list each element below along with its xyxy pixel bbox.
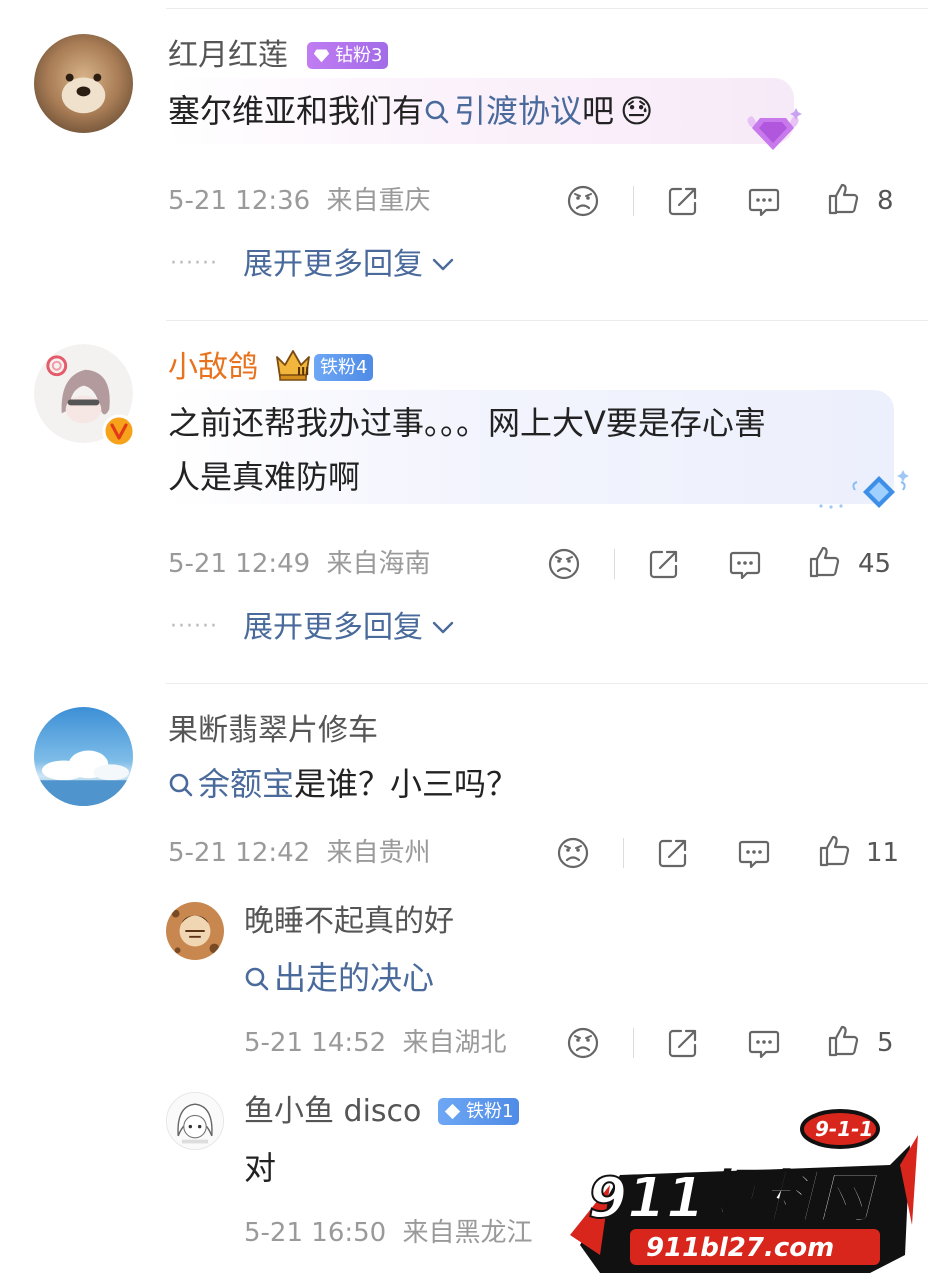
- divider-top: [166, 8, 928, 9]
- topic-link-text: 出走的决心: [274, 959, 435, 997]
- dislike-face-icon[interactable]: [546, 546, 582, 582]
- like-count: 8: [877, 186, 894, 216]
- comment-icon[interactable]: [746, 1025, 782, 1061]
- comment-text: 之前还帮我办过事。。。网上大V要是存心害 人是真难防啊: [168, 396, 888, 504]
- dislike-face-icon[interactable]: [565, 183, 601, 219]
- like-count: 11: [866, 838, 900, 868]
- comment-text: 塞尔维亚和我们有 引渡协议吧 😓: [168, 84, 653, 138]
- fan-badge: 钻粉3: [307, 42, 389, 69]
- crown-icon: III: [276, 350, 310, 381]
- reply-text: 出走的决心: [244, 951, 434, 1005]
- reply-meta: 5-21 14:52 来自湖北: [244, 1026, 506, 1060]
- action-separator: [623, 838, 624, 868]
- avatar-hongyue[interactable]: [34, 34, 133, 133]
- topic-link-text: 引渡协议: [454, 92, 583, 130]
- username[interactable]: 果断翡翠片修车: [168, 711, 378, 751]
- svg-text:III: III: [297, 365, 309, 378]
- comment-text-part: 吧: [582, 92, 615, 130]
- chevron-down-icon: [432, 621, 454, 634]
- watermark-url: 911bl27.com: [646, 1233, 834, 1263]
- location: 来自海南: [326, 549, 431, 579]
- fan-badge: 铁粉1: [438, 1098, 520, 1125]
- like-count: 5: [877, 1028, 894, 1058]
- avatar-xiaodige[interactable]: [34, 344, 136, 448]
- comment-text: 余额宝是谁？小三吗？: [168, 757, 518, 811]
- expand-label: 展开更多回复: [243, 247, 423, 282]
- badge-label: 钻粉3: [335, 45, 383, 66]
- comment-meta: 5-21 12:42 来自贵州: [168, 836, 430, 870]
- like-count: 45: [858, 549, 892, 579]
- expand-replies-button[interactable]: 展开更多回复: [243, 608, 455, 648]
- search-icon: [245, 967, 269, 991]
- watermark-logo: 9-1-1 911爆料网 911bl27.com: [570, 1109, 918, 1273]
- comment-text-part: 塞尔维亚和我们有: [168, 92, 425, 130]
- chevron-down-icon: [432, 258, 454, 271]
- comment-text-line: 人是真难防啊: [168, 458, 361, 496]
- timestamp: 5-21 12:42: [168, 838, 311, 868]
- sweat-emoji: 😓: [620, 92, 654, 130]
- comment-text-part: 是谁？小三吗？: [294, 765, 519, 803]
- comment-icon[interactable]: [746, 183, 782, 219]
- timestamp: 5-21 12:36: [168, 186, 311, 216]
- like-thumb-icon[interactable]: [826, 181, 862, 217]
- username[interactable]: 红月红莲: [168, 36, 288, 76]
- search-icon: [425, 100, 449, 124]
- action-separator: [633, 186, 634, 216]
- divider: [166, 683, 928, 684]
- watermark-brand: 911爆料网: [588, 1166, 881, 1231]
- comment-icon[interactable]: [727, 546, 763, 582]
- expand-label: 展开更多回复: [243, 610, 423, 645]
- diamond-decoration-icon: [747, 108, 802, 150]
- username[interactable]: 小敌鸽: [168, 348, 258, 388]
- share-icon[interactable]: [655, 835, 691, 871]
- reply-username[interactable]: 晚睡不起真的好: [244, 902, 454, 942]
- action-separator: [614, 549, 615, 579]
- like-thumb-icon[interactable]: [826, 1023, 862, 1059]
- comment-meta: 5-21 12:49 来自海南: [168, 547, 430, 581]
- timestamp: 5-21 14:52: [244, 1028, 387, 1058]
- location: 来自黑龙江: [402, 1218, 533, 1248]
- dislike-face-icon[interactable]: [555, 835, 591, 871]
- fan-badge: 铁粉4: [314, 354, 374, 381]
- reply-text: 对: [244, 1149, 277, 1187]
- topic-link[interactable]: 余额宝: [168, 765, 294, 803]
- like-thumb-icon[interactable]: [817, 833, 853, 869]
- share-icon[interactable]: [646, 546, 682, 582]
- avatar-yuxiaoyu[interactable]: [166, 1092, 224, 1150]
- dislike-face-icon[interactable]: [565, 1025, 601, 1061]
- share-icon[interactable]: [665, 183, 701, 219]
- divider: [166, 320, 928, 321]
- badge-label: 铁粉1: [466, 1101, 514, 1122]
- like-thumb-icon[interactable]: [807, 544, 843, 580]
- comment-meta: 5-21 12:36 来自重庆: [168, 184, 430, 218]
- action-separator: [633, 1028, 634, 1058]
- diamond-icon: [313, 49, 330, 63]
- location: 来自贵州: [326, 838, 431, 868]
- reply-meta: 5-21 16:50 来自黑龙江: [244, 1216, 532, 1250]
- search-icon: [169, 773, 193, 797]
- expand-dots: ······: [170, 251, 218, 276]
- timestamp: 5-21 16:50: [244, 1218, 387, 1248]
- expand-replies-button[interactable]: 展开更多回复: [243, 245, 455, 285]
- expand-dots: ······: [170, 614, 218, 639]
- reply-username[interactable]: 鱼小鱼 disco: [244, 1092, 421, 1132]
- badge-label: 铁粉4: [320, 357, 368, 378]
- diamond-decoration-icon: [819, 470, 909, 509]
- verified-v-icon: [102, 414, 136, 448]
- timestamp: 5-21 12:49: [168, 549, 311, 579]
- comment-text-line: 之前还帮我办过事。。。网上大V要是存心害: [168, 404, 766, 442]
- comment-icon[interactable]: [736, 835, 772, 871]
- diamond-icon: [444, 1103, 461, 1120]
- location: 来自湖北: [402, 1028, 507, 1058]
- topic-link[interactable]: 引渡协议: [424, 92, 582, 130]
- avatar-guoduan[interactable]: [34, 707, 133, 806]
- share-icon[interactable]: [665, 1025, 701, 1061]
- avatar-wanshui[interactable]: [166, 902, 224, 960]
- location: 来自重庆: [326, 186, 431, 216]
- watermark-badge: 9-1-1: [815, 1117, 873, 1141]
- topic-link[interactable]: 出走的决心: [244, 959, 434, 997]
- topic-link-text: 余额宝: [198, 765, 295, 803]
